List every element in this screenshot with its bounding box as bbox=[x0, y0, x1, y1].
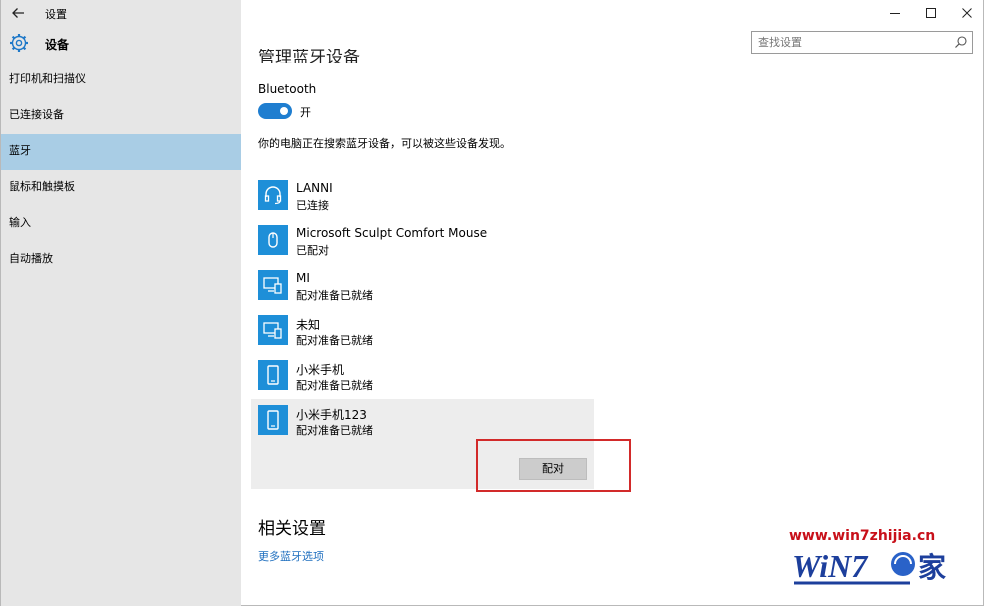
svg-text:WiN7: WiN7 bbox=[792, 548, 869, 584]
close-icon bbox=[962, 8, 972, 18]
sidebar-item-typing[interactable]: 输入 bbox=[1, 206, 241, 242]
device-item[interactable]: LANNI 已连接 bbox=[251, 174, 594, 219]
search-box[interactable] bbox=[751, 31, 973, 54]
device-status: 配对准备已就绪 bbox=[296, 424, 373, 437]
back-button[interactable] bbox=[1, 0, 35, 26]
computer-phone-icon bbox=[258, 270, 288, 300]
phone-icon bbox=[258, 405, 288, 435]
device-name: 小米手机123 bbox=[296, 408, 367, 422]
page-heading: 管理蓝牙设备 bbox=[258, 49, 360, 63]
device-item[interactable]: Microsoft Sculpt Comfort Mouse 已配对 bbox=[251, 219, 594, 264]
device-name: 未知 bbox=[296, 318, 321, 332]
bluetooth-toggle[interactable] bbox=[258, 103, 292, 119]
svg-text:家: 家 bbox=[918, 551, 946, 584]
more-bluetooth-options-link[interactable]: 更多蓝牙选项 bbox=[258, 548, 324, 564]
device-item-selected[interactable]: 小米手机123 配对准备已就绪 配对 bbox=[251, 399, 631, 492]
minimize-button[interactable] bbox=[877, 0, 913, 26]
sidebar-nav: 打印机和扫描仪 已连接设备 蓝牙 鼠标和触摸板 输入 自动播放 bbox=[1, 62, 241, 278]
computer-phone-icon bbox=[258, 315, 288, 345]
search-icon[interactable] bbox=[954, 35, 968, 49]
section-header: 设备 bbox=[1, 30, 241, 58]
headset-icon bbox=[258, 180, 288, 210]
sidebar-item-printers[interactable]: 打印机和扫描仪 bbox=[1, 62, 241, 98]
device-status: 配对准备已就绪 bbox=[296, 334, 373, 347]
maximize-icon bbox=[926, 8, 936, 18]
sidebar-item-bluetooth[interactable]: 蓝牙 bbox=[1, 134, 241, 170]
device-status: 已连接 bbox=[296, 199, 329, 212]
settings-window: 设备 打印机和扫描仪 已连接设备 蓝牙 鼠标和触摸板 输入 自动播放 设置 查找… bbox=[0, 0, 984, 606]
sidebar-item-autoplay[interactable]: 自动播放 bbox=[1, 242, 241, 278]
window-controls bbox=[877, 0, 984, 26]
device-status: 配对准备已就绪 bbox=[296, 289, 373, 302]
title-bar: 设置 bbox=[1, 0, 984, 26]
device-item[interactable]: MI 配对准备已就绪 bbox=[251, 264, 594, 309]
sidebar-item-connected-devices[interactable]: 已连接设备 bbox=[1, 98, 241, 134]
device-name: 小米手机 bbox=[296, 363, 345, 377]
mouse-icon bbox=[258, 225, 288, 255]
device-status: 已配对 bbox=[296, 244, 329, 257]
toggle-state-text: 开 bbox=[300, 106, 311, 119]
minimize-icon bbox=[890, 13, 900, 14]
device-name: Microsoft Sculpt Comfort Mouse bbox=[296, 226, 488, 240]
device-item[interactable]: 未知 配对准备已就绪 bbox=[251, 309, 594, 354]
bluetooth-label: Bluetooth bbox=[258, 82, 317, 96]
close-button[interactable] bbox=[949, 0, 984, 26]
sidebar-item-mouse-touchpad[interactable]: 鼠标和触摸板 bbox=[1, 170, 241, 206]
maximize-button[interactable] bbox=[913, 0, 949, 26]
phone-icon bbox=[258, 360, 288, 390]
window-title: 设置 bbox=[45, 8, 67, 21]
device-name: LANNI bbox=[296, 181, 333, 195]
watermark-url: www.win7zhijia.cn bbox=[789, 528, 936, 544]
device-list: LANNI 已连接 Microsoft Sculpt Comfort Mouse… bbox=[251, 174, 631, 492]
watermark-logo: WiN7 家 bbox=[790, 543, 962, 591]
left-pane: 设备 打印机和扫描仪 已连接设备 蓝牙 鼠标和触摸板 输入 自动播放 bbox=[1, 0, 241, 606]
highlight-box bbox=[476, 439, 631, 492]
search-input[interactable] bbox=[752, 32, 942, 53]
device-item[interactable]: 小米手机 配对准备已就绪 bbox=[251, 354, 594, 399]
device-name: MI bbox=[296, 271, 310, 285]
section-title: 设备 bbox=[45, 38, 70, 52]
device-status: 配对准备已就绪 bbox=[296, 379, 373, 392]
arrow-left-icon bbox=[12, 8, 24, 18]
related-settings-heading: 相关设置 bbox=[258, 519, 326, 539]
gear-icon bbox=[10, 34, 28, 52]
discovery-status-text: 你的电脑正在搜索蓝牙设备，可以被这些设备发现。 bbox=[258, 137, 511, 150]
